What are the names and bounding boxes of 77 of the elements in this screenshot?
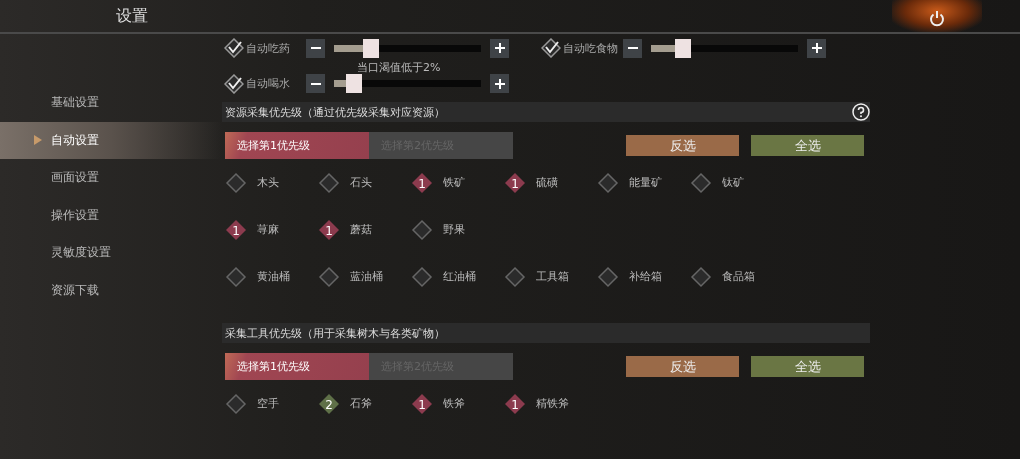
priority-badge[interactable]: 2 (318, 392, 340, 415)
slider-thumb[interactable] (674, 38, 691, 58)
slider-label: 自动喝水 (246, 76, 291, 91)
select-button[interactable]: 反选 (626, 135, 739, 156)
item-label: 硫磺 (536, 175, 558, 190)
item-label: 石头 (350, 175, 372, 190)
checkbox[interactable] (224, 38, 244, 58)
item-label: 黄油桶 (257, 269, 290, 284)
minus-icon (310, 47, 321, 49)
item-label: 钛矿 (722, 175, 744, 190)
item-label: 野果 (443, 222, 465, 237)
item-label: 蘑菇 (350, 222, 372, 237)
diamond-checkbox[interactable] (411, 218, 433, 241)
item-label: 石斧 (350, 396, 372, 411)
minus-icon (627, 47, 638, 49)
item-label: 铁斧 (443, 396, 465, 411)
minus-button[interactable] (306, 74, 325, 93)
diamond-checkbox[interactable] (504, 265, 526, 288)
item-label: 铁矿 (443, 175, 465, 190)
priority-badge[interactable]: 1 (225, 218, 247, 241)
item-label: 蓝油桶 (350, 269, 383, 284)
diamond-checkbox[interactable] (597, 171, 619, 194)
checkbox[interactable] (541, 38, 561, 58)
select-button[interactable]: 全选 (751, 135, 864, 156)
item-label: 木头 (257, 175, 279, 190)
minus-icon (310, 82, 321, 85)
item-label: 红油桶 (443, 269, 476, 284)
item-label: 补给箱 (629, 269, 662, 284)
page-title: 设置 (116, 5, 148, 27)
priority-badge[interactable]: 1 (318, 218, 340, 241)
minus-button[interactable] (623, 38, 642, 58)
slider-thumb[interactable] (363, 38, 380, 58)
diamond-checkbox[interactable] (597, 265, 619, 288)
item-label: 荨麻 (257, 222, 279, 237)
slider-label: 自动吃药 (246, 40, 291, 56)
section-title: 采集工具优先级（用于采集树木与各类矿物） (225, 325, 445, 341)
plus-icon (494, 43, 505, 53)
select-button[interactable]: 反选 (626, 356, 739, 377)
sidebar-item[interactable]: 操作设置 (0, 196, 222, 234)
slider-label: 自动吃食物 (563, 40, 619, 56)
item-label: 能量矿 (629, 175, 662, 190)
diamond-checkbox[interactable] (225, 265, 247, 288)
diamond-checkbox[interactable] (690, 171, 712, 194)
diamond-checkbox[interactable] (225, 171, 247, 194)
diamond-checkbox[interactable] (690, 265, 712, 288)
item-label: 食品箱 (722, 269, 755, 284)
sidebar-item[interactable]: 画面设置 (0, 159, 222, 197)
diamond-checkbox[interactable] (411, 265, 433, 288)
hint-text: 当口渴值低于2% (357, 60, 441, 75)
diamond-checkbox[interactable] (318, 265, 340, 288)
plus-button[interactable] (807, 38, 826, 58)
plus-icon (811, 43, 822, 53)
item-label: 工具箱 (536, 269, 569, 284)
priority-badge[interactable]: 1 (411, 171, 433, 194)
select-button[interactable]: 全选 (751, 356, 864, 377)
sidebar-item[interactable]: 资源下载 (0, 271, 222, 309)
priority-badge[interactable]: 1 (504, 171, 526, 194)
item-label: 空手 (257, 396, 279, 411)
minus-button[interactable] (306, 38, 325, 58)
slider-thumb[interactable] (345, 74, 362, 93)
item-label: 精铁斧 (536, 396, 569, 411)
priority-badge[interactable]: 1 (504, 392, 526, 415)
caret-icon (34, 135, 42, 146)
plus-icon (494, 78, 505, 89)
sidebar-item[interactable]: 灵敏度设置 (0, 234, 222, 272)
diamond-checkbox[interactable] (225, 392, 247, 415)
diamond-checkbox[interactable] (318, 171, 340, 194)
priority-tab[interactable]: 选择第1优先级 (225, 353, 369, 380)
plus-button[interactable] (490, 74, 509, 93)
help-icon[interactable] (852, 103, 870, 121)
checkbox[interactable] (224, 73, 244, 94)
plus-button[interactable] (490, 38, 509, 58)
section-title: 资源采集优先级（通过优先级采集对应资源） (225, 104, 445, 120)
priority-badge[interactable]: 1 (411, 392, 433, 415)
sidebar-item[interactable]: 基础设置 (0, 84, 222, 122)
power-icon[interactable] (928, 10, 946, 28)
priority-tab[interactable]: 选择第1优先级 (225, 132, 369, 159)
